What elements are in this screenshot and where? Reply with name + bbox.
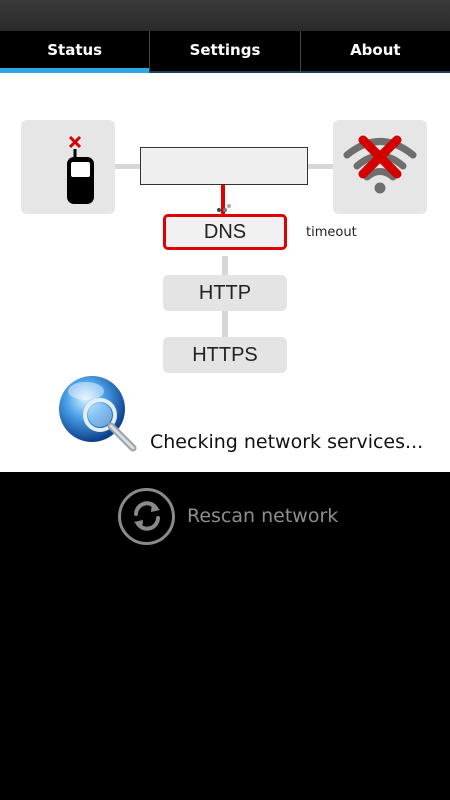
dns-status-text: timeout	[306, 225, 357, 240]
status-panel: DNS timeout HTTP HTTPS Checking network …	[0, 73, 450, 472]
tab-settings[interactable]: Settings	[149, 31, 300, 73]
tab-about-label: About	[350, 41, 401, 59]
rescan-network-button[interactable]: Rescan network	[118, 487, 338, 545]
tab-settings-label: Settings	[189, 41, 261, 59]
refresh-icon	[118, 487, 175, 545]
phone-icon	[67, 135, 94, 204]
wifi-disconnected-icon	[343, 135, 417, 194]
service-http-label: HTTP	[198, 281, 252, 304]
wifi-connection-line	[308, 164, 333, 169]
service-dns-label: DNS	[203, 220, 247, 243]
tab-about[interactable]: About	[299, 31, 450, 73]
wifi-device-box	[333, 120, 427, 214]
service-https-label: HTTPS	[192, 343, 258, 366]
service-dns: DNS	[163, 214, 287, 250]
red-x-small-icon	[68, 135, 82, 149]
tab-status-label: Status	[47, 41, 103, 59]
dns-http-connector	[222, 256, 228, 275]
system-status-bar	[0, 0, 450, 31]
tab-status[interactable]: Status	[0, 31, 150, 73]
phone-device-box	[21, 120, 115, 214]
http-https-connector	[222, 311, 228, 337]
service-http: HTTP	[163, 275, 287, 311]
tab-bar: Status Settings About	[0, 31, 450, 73]
service-https: HTTPS	[163, 337, 287, 373]
phone-connection-line	[115, 164, 140, 169]
rescan-label: Rescan network	[187, 505, 339, 527]
router-box	[140, 147, 308, 185]
magnifier-icon	[59, 376, 137, 452]
checking-status-text: Checking network services...	[150, 431, 424, 453]
